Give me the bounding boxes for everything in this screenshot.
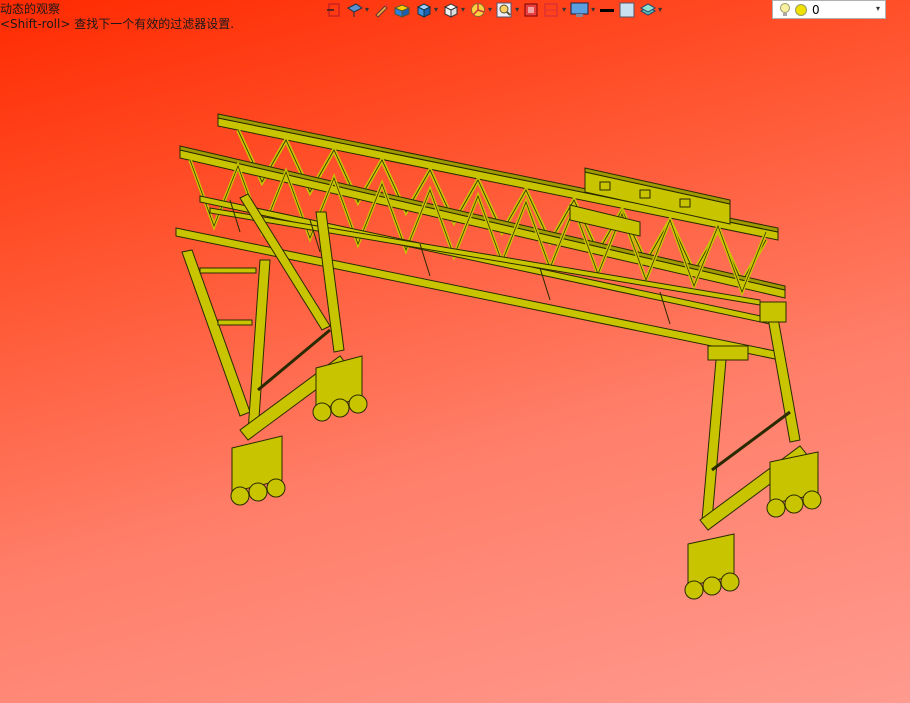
3d-viewport[interactable]: 动态的观察 <Shift-roll> 查找下一个有效的过滤器设置. ▾ ▾ ▾ … <box>0 0 910 703</box>
gantry-crane-model <box>175 113 822 600</box>
